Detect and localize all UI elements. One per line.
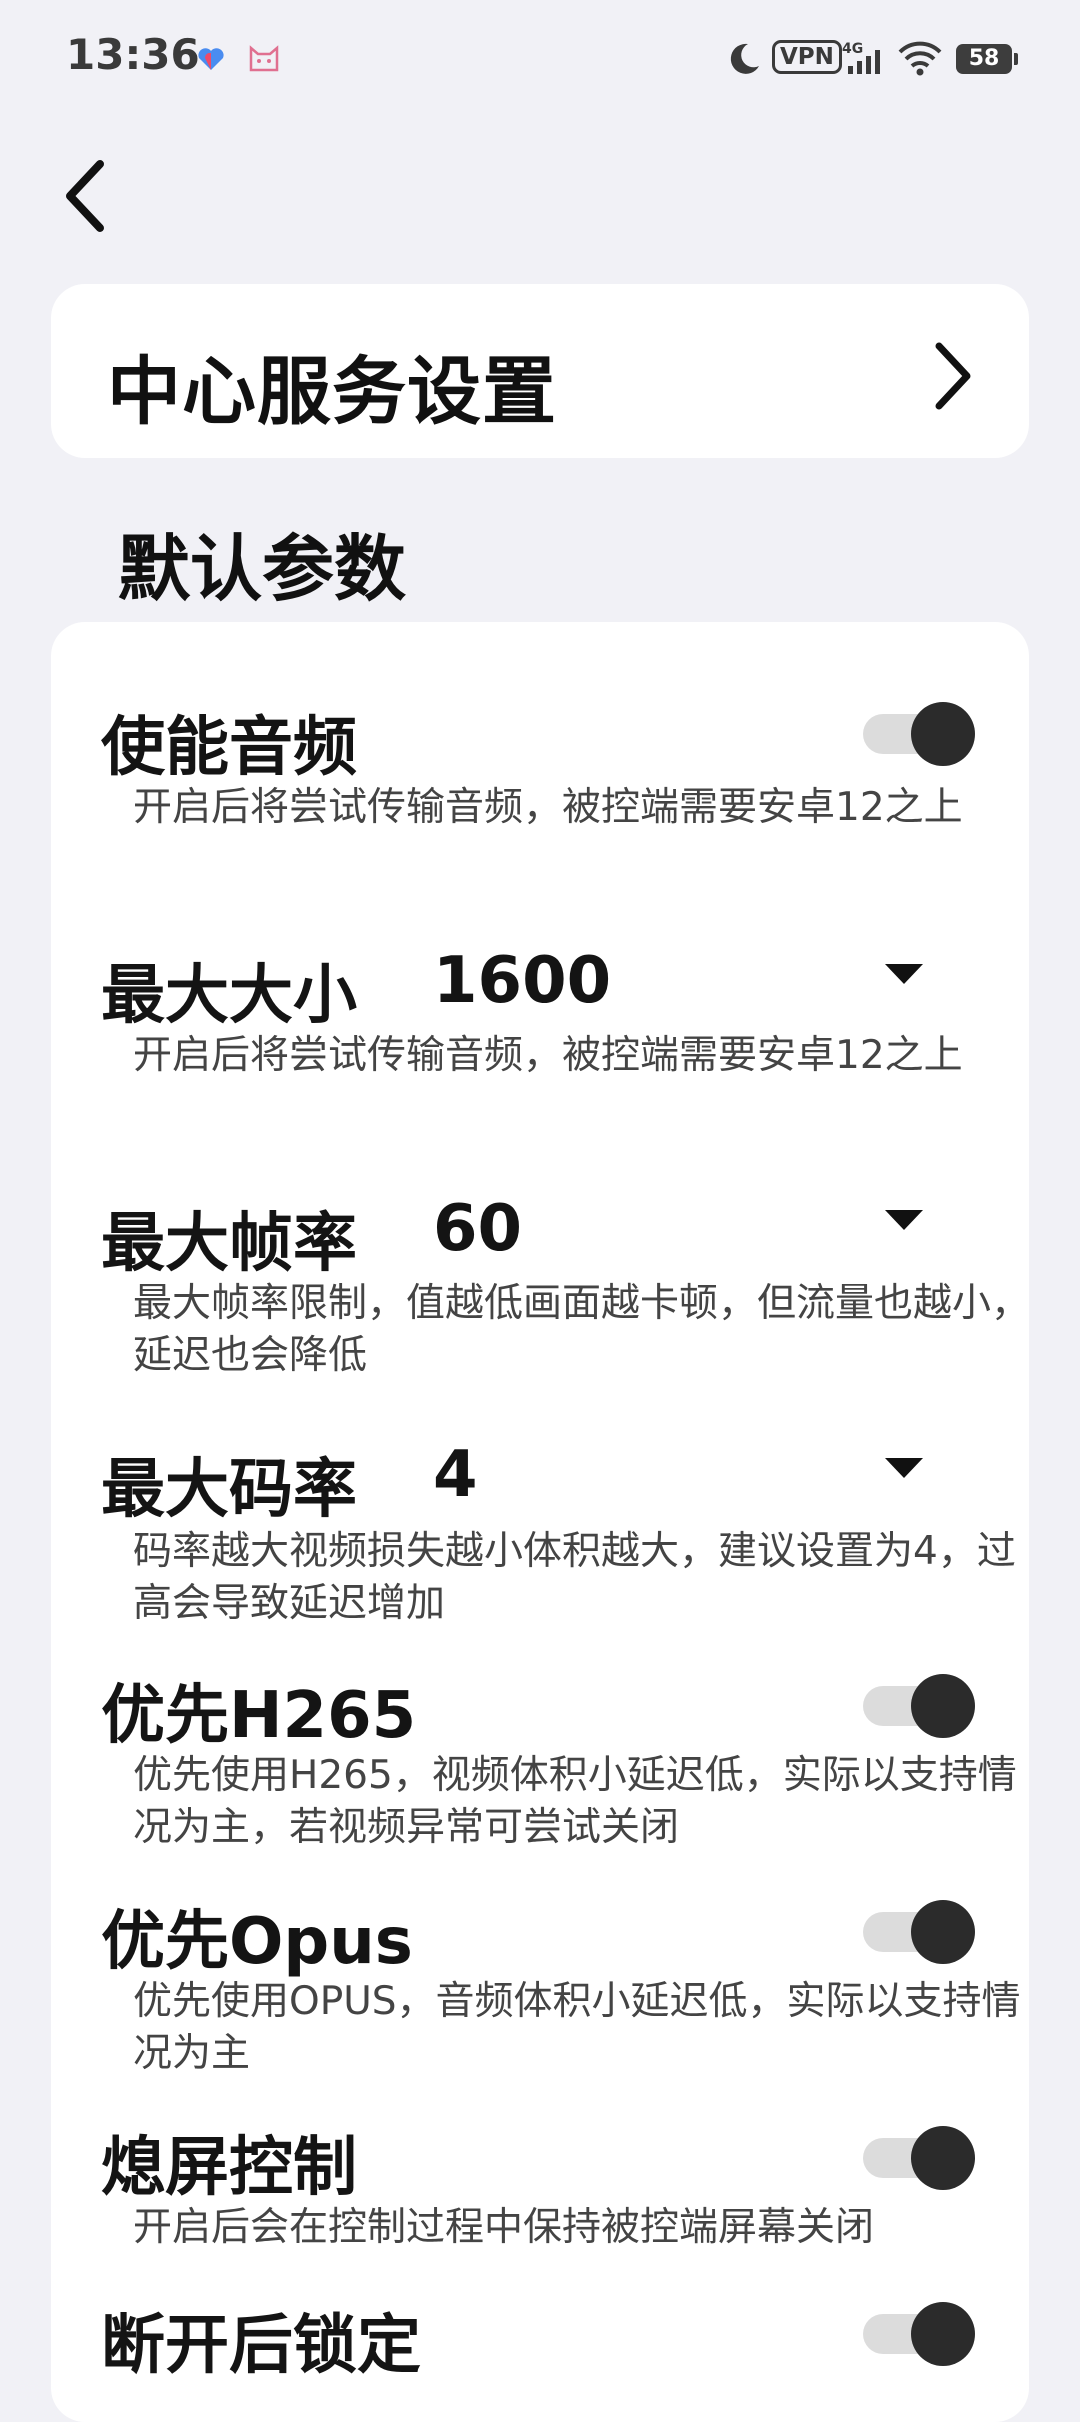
lock-after-disconnect-toggle[interactable] [863, 2296, 975, 2366]
toggle-knob [911, 2126, 975, 2190]
setting-desc-prefer-opus: 优先使用OPUS，音频体积小延迟低，实际以支持情况为主 [133, 1979, 1021, 2076]
setting-title-enable-audio: 使能音频 [101, 711, 357, 785]
caret-down-icon[interactable] [869, 956, 939, 996]
toggle-knob [911, 1900, 975, 1964]
wifi-icon [898, 41, 942, 76]
back-arrow-icon[interactable] [60, 158, 110, 234]
default-params-card: 使能音频 开启后将尝试传输音频，被控端需要安卓12之上 最大大小 1600 开启… [51, 622, 1030, 2422]
caret-down-icon[interactable] [869, 1202, 939, 1242]
prefer-opus-toggle[interactable] [863, 1894, 975, 1964]
setting-title-lock-after-disconnect: 断开后锁定 [101, 2309, 421, 2383]
setting-title-prefer-h265: 优先H265 [101, 1679, 417, 1753]
setting-desc-enable-audio: 开启后将尝试传输音频，被控端需要安卓12之上 [133, 785, 963, 830]
max-fps-value[interactable]: 60 [433, 1192, 522, 1266]
setting-desc-max-size: 开启后将尝试传输音频，被控端需要安卓12之上 [133, 1033, 963, 1078]
setting-title-max-bitrate: 最大码率 [101, 1453, 357, 1527]
chevron-right-icon [935, 342, 971, 410]
setting-desc-max-fps: 最大帧率限制，值越低画面越卡顿，但流量也越小，延迟也会降低 [133, 1281, 1031, 1378]
setting-desc-screen-off: 开启后会在控制过程中保持被控端屏幕关闭 [133, 2205, 875, 2250]
setting-desc-prefer-h265: 优先使用H265，视频体积小延迟低，实际以支持情况为主，若视频异常可尝试关闭 [133, 1753, 1017, 1850]
battery-icon: 58 [956, 44, 1018, 74]
setting-title-max-size: 最大大小 [101, 959, 357, 1033]
setting-title-max-fps: 最大帧率 [101, 1207, 357, 1281]
service-settings-title: 中心服务设置 [107, 349, 557, 435]
enable-audio-toggle[interactable] [863, 696, 975, 766]
toggle-knob [911, 2302, 975, 2366]
status-bar: 13:36 VPN 4G 58 [0, 0, 1080, 120]
heart-app-icon [198, 48, 224, 70]
network-type-label: 4G [842, 41, 863, 57]
toggle-knob [911, 1674, 975, 1738]
service-settings-card[interactable]: 中心服务设置 [51, 284, 1029, 458]
max-size-value[interactable]: 1600 [433, 944, 611, 1018]
max-bitrate-value[interactable]: 4 [433, 1438, 478, 1512]
prefer-h265-toggle[interactable] [863, 1668, 975, 1738]
caret-down-icon[interactable] [869, 1450, 939, 1490]
section-title-default-params: 默认参数 [118, 527, 407, 611]
vpn-icon: VPN [772, 40, 842, 74]
status-time: 13:36 [66, 30, 200, 79]
moon-icon [730, 43, 759, 74]
setting-title-prefer-opus: 优先Opus [101, 1905, 413, 1979]
toggle-knob [911, 702, 975, 766]
cat-app-icon [249, 45, 279, 72]
screen-off-toggle[interactable] [863, 2120, 975, 2190]
setting-desc-max-bitrate: 码率越大视频损失越小体积越大，建议设置为4，过高会导致延迟增加 [133, 1529, 1016, 1626]
cellular-signal-icon: 4G [842, 41, 880, 74]
setting-title-screen-off: 熄屏控制 [101, 2131, 357, 2205]
